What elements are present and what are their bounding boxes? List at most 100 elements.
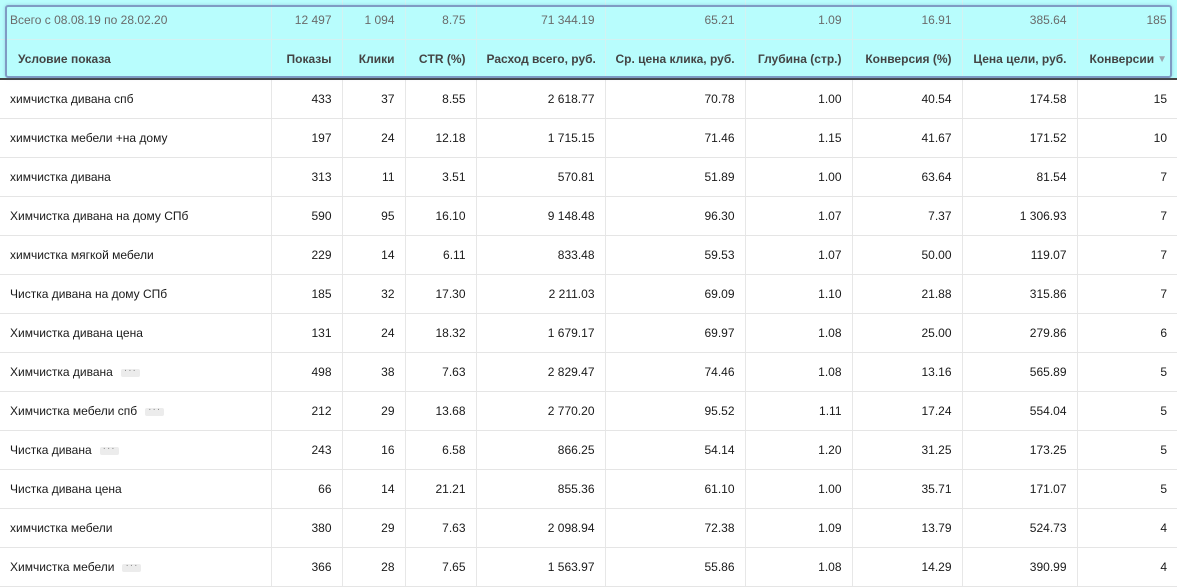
more-options-icon[interactable]: ···: [120, 365, 140, 377]
cell-cpc: 55.86: [605, 547, 746, 587]
cell-shows: 366: [271, 547, 343, 587]
cell-cost: 855.36: [476, 469, 606, 509]
cell-conversion-rate: 40.54: [852, 79, 963, 119]
cell-cpc: 70.78: [605, 79, 746, 119]
totals-clicks: 1 094: [342, 0, 406, 40]
column-header-goal-price[interactable]: Цена цели, руб.: [962, 39, 1078, 80]
cell-cpc: 51.89: [605, 157, 746, 197]
totals-conversion-rate: 16.91: [852, 0, 963, 40]
cell-cost: 1 563.97: [476, 547, 606, 587]
cell-goal-price: 174.58: [962, 79, 1078, 119]
cell-depth: 1.15: [745, 118, 853, 158]
cell-conversion-rate: 25.00: [852, 313, 963, 353]
cell-shows: 185: [271, 274, 343, 314]
more-options-icon[interactable]: ···: [99, 443, 119, 455]
cell-ctr: 7.65: [405, 547, 477, 587]
cell-clicks: 95: [342, 196, 406, 236]
totals-cost: 71 344.19: [476, 0, 606, 40]
column-header-conversions[interactable]: Конверсии ▼: [1077, 39, 1177, 80]
cell-clicks: 29: [342, 508, 406, 548]
cell-shows: 590: [271, 196, 343, 236]
cell-goal-price: 173.25: [962, 430, 1078, 470]
cell-clicks: 32: [342, 274, 406, 314]
cell-cost: 1 679.17: [476, 313, 606, 353]
column-header-clicks[interactable]: Клики: [342, 39, 406, 80]
cell-conversions: 7: [1077, 235, 1177, 275]
column-header-depth[interactable]: Глубина (стр.): [745, 39, 853, 80]
cell-shows: 498: [271, 352, 343, 392]
condition-name: Чистка дивана цена: [10, 482, 122, 496]
cell-condition: химчистка дивана спб: [0, 79, 272, 119]
cell-cost: 833.48: [476, 235, 606, 275]
cell-conversions: 15: [1077, 79, 1177, 119]
cell-depth: 1.00: [745, 79, 853, 119]
cell-clicks: 37: [342, 79, 406, 119]
cell-conversions: 5: [1077, 391, 1177, 431]
more-options-icon[interactable]: ···: [122, 560, 142, 572]
table-row[interactable]: химчистка мягкой мебели 229 14 6.11 833.48 59…: [0, 235, 1177, 275]
cell-depth: 1.08: [745, 313, 853, 353]
cell-condition: Химчистка мебели ···: [0, 547, 272, 587]
table-row[interactable]: Чистка дивана ··· 243 16 6.58 866.25 54.14 1.20…: [0, 430, 1177, 470]
cell-shows: 197: [271, 118, 343, 158]
condition-name: Химчистка мебели спб: [10, 404, 138, 418]
totals-period-label: Всего с 08.08.19 по 28.02.20: [0, 0, 272, 40]
cell-shows: 229: [271, 235, 343, 275]
cell-goal-price: 171.07: [962, 469, 1078, 509]
cell-cpc: 74.46: [605, 352, 746, 392]
cell-conversion-rate: 41.67: [852, 118, 963, 158]
more-options-icon[interactable]: ···: [145, 404, 165, 416]
cell-goal-price: 554.04: [962, 391, 1078, 431]
table-row[interactable]: Чистка дивана цена 66 14 21.21 855.36 61.10 1.…: [0, 469, 1177, 509]
cell-conversion-rate: 63.64: [852, 157, 963, 197]
table-row[interactable]: химчистка дивана спб 433 37 8.55 2 618.77 70.…: [0, 79, 1177, 119]
column-header-cost[interactable]: Расход всего, руб.: [476, 39, 606, 80]
totals-row: Всего с 08.08.19 по 28.02.20 12 497 1 09…: [0, 0, 1177, 40]
totals-depth: 1.09: [745, 0, 853, 40]
cell-cpc: 59.53: [605, 235, 746, 275]
table-row[interactable]: Химчистка дивана цена 131 24 18.32 1 679.17 6…: [0, 313, 1177, 353]
condition-name: Химчистка дивана: [10, 365, 113, 379]
cell-cost: 2 098.94: [476, 508, 606, 548]
cell-condition: Химчистка дивана на дому СПб: [0, 196, 272, 236]
cell-ctr: 13.68: [405, 391, 477, 431]
column-header-cpc[interactable]: Ср. цена клика, руб.: [605, 39, 746, 80]
totals-shows: 12 497: [271, 0, 343, 40]
cell-conversion-rate: 21.88: [852, 274, 963, 314]
column-header-condition[interactable]: Условие показа: [0, 39, 272, 80]
cell-goal-price: 390.99: [962, 547, 1078, 587]
condition-name: Химчистка дивана цена: [10, 326, 143, 340]
cell-shows: 131: [271, 313, 343, 353]
cell-goal-price: 119.07: [962, 235, 1078, 275]
condition-name: Химчистка дивана на дому СПб: [10, 209, 189, 223]
cell-depth: 1.00: [745, 469, 853, 509]
cell-depth: 1.08: [745, 547, 853, 587]
column-header-shows[interactable]: Показы: [271, 39, 343, 80]
cell-conversion-rate: 14.29: [852, 547, 963, 587]
table-row[interactable]: химчистка мебели +на дому 197 24 12.18 1 715…: [0, 118, 1177, 158]
cell-ctr: 18.32: [405, 313, 477, 353]
table-row[interactable]: Химчистка дивана ··· 498 38 7.63 2 829.47 74.4…: [0, 352, 1177, 392]
cell-cpc: 71.46: [605, 118, 746, 158]
cell-conversion-rate: 13.16: [852, 352, 963, 392]
cell-condition: Чистка дивана на дому СПб: [0, 274, 272, 314]
condition-name: Химчистка мебели: [10, 560, 115, 574]
cell-ctr: 6.11: [405, 235, 477, 275]
column-header-conversion-rate[interactable]: Конверсия (%): [852, 39, 963, 80]
column-header-ctr[interactable]: CTR (%): [405, 39, 477, 80]
cell-conversions: 4: [1077, 508, 1177, 548]
sort-desc-icon: ▼: [1157, 54, 1167, 65]
cell-conversions: 10: [1077, 118, 1177, 158]
table-row[interactable]: Химчистка мебели спб ··· 212 29 13.68 2 770.2…: [0, 391, 1177, 431]
cell-depth: 1.07: [745, 196, 853, 236]
table-row[interactable]: Химчистка мебели ··· 366 28 7.65 1 563.97 55.8…: [0, 547, 1177, 587]
table-row[interactable]: Чистка дивана на дому СПб 185 32 17.30 2 211…: [0, 274, 1177, 314]
report-table: Всего с 08.08.19 по 28.02.20 12 497 1 09…: [0, 0, 1177, 587]
table-row[interactable]: химчистка мебели 380 29 7.63 2 098.94 72.38 1.…: [0, 508, 1177, 548]
cell-goal-price: 279.86: [962, 313, 1078, 353]
cell-ctr: 3.51: [405, 157, 477, 197]
cell-conversion-rate: 50.00: [852, 235, 963, 275]
table-row[interactable]: Химчистка дивана на дому СПб 590 95 16.10 9 …: [0, 196, 1177, 236]
cell-shows: 66: [271, 469, 343, 509]
table-row[interactable]: химчистка дивана 313 11 3.51 570.81 51.89 1.00…: [0, 157, 1177, 197]
